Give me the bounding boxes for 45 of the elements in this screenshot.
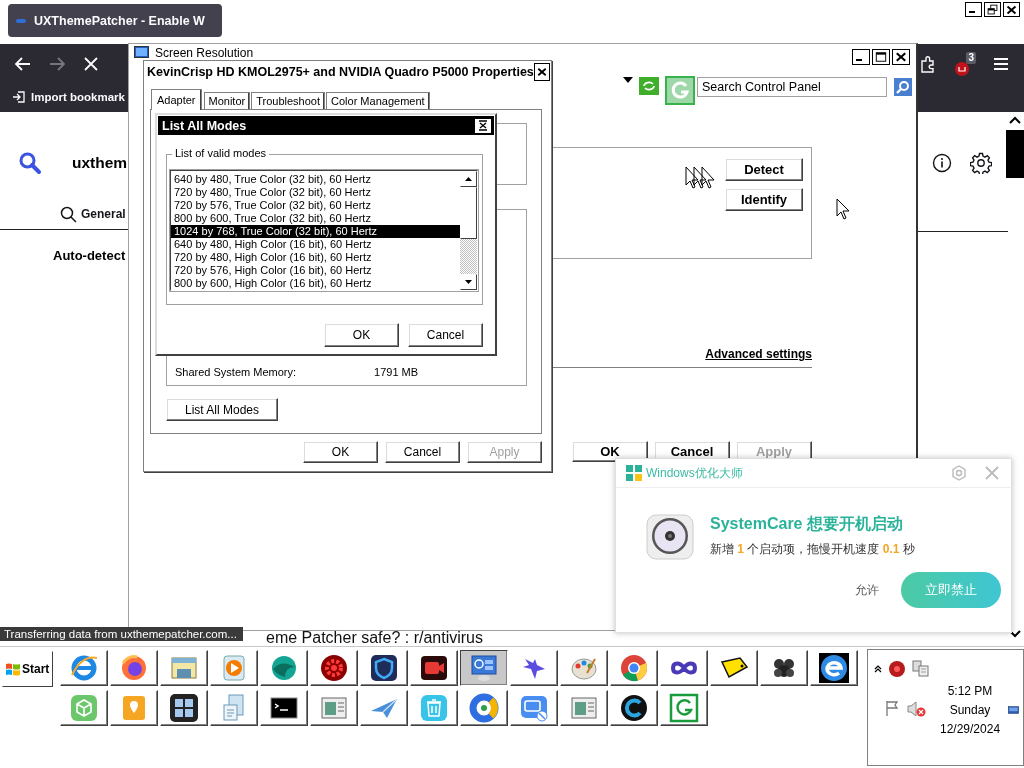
list-item[interactable]: 720 by 480, High Color (16 bit), 60 Hertz xyxy=(171,251,460,264)
advanced-settings-link[interactable]: Advanced settings xyxy=(705,347,812,361)
list-item[interactable]: 640 by 480, High Color (16 bit), 60 Hertz xyxy=(171,238,460,251)
list-item[interactable]: 640 by 480, True Color (32 bit), 60 Hertz xyxy=(171,173,460,186)
clock-day: Sunday xyxy=(949,701,991,720)
dialog-button[interactable]: Cancel xyxy=(408,323,483,347)
tab[interactable]: Adapter xyxy=(151,89,202,110)
list-item[interactable]: 1024 by 768, True Color (32 bit), 60 Hertz xyxy=(171,225,460,238)
dialog-button[interactable]: Cancel xyxy=(385,441,460,463)
browser-tab[interactable]: UXThemePatcher - Enable W xyxy=(8,4,222,37)
page-text: eme Patcher safe? : r/antivirus xyxy=(266,631,483,645)
list-item[interactable]: 720 by 576, True Color (32 bit), 60 Hertz xyxy=(171,199,460,212)
list-modes-button[interactable]: List All Modes xyxy=(166,398,278,421)
clock-time: 5:12 PM xyxy=(947,683,993,700)
action-button[interactable]: Detect xyxy=(725,158,803,181)
notification-title: SystemCare 想要开机启动 xyxy=(710,514,904,534)
action-button[interactable]: Identify xyxy=(725,188,803,211)
search-query: uxthem xyxy=(72,154,128,172)
section-heading: Auto-detect xyxy=(53,248,127,263)
tab[interactable]: Troubleshoot xyxy=(251,92,326,109)
tab[interactable]: Color Management xyxy=(326,92,430,109)
extension-button[interactable]: 3 xyxy=(953,51,976,77)
list-item[interactable]: 800 by 600, True Color (32 bit), 60 Hertz xyxy=(171,212,460,225)
list-item[interactable]: 720 by 576, High Color (16 bit), 60 Hertz xyxy=(171,264,460,277)
list-item[interactable]: 800 by 600, High Color (16 bit), 60 Hertz xyxy=(171,277,460,290)
group-label: List of valid modes xyxy=(172,147,270,159)
field-value: 1791 MB xyxy=(374,366,419,378)
dialog-button[interactable]: OK xyxy=(303,441,378,463)
status-tooltip: Transferring data from uxthemepatcher.com... xyxy=(0,627,243,641)
start-button[interactable]: Start xyxy=(2,651,53,687)
field-label: Shared System Memory: xyxy=(175,366,297,378)
search-tab[interactable]: General xyxy=(60,204,126,224)
dialog-button[interactable]: OK xyxy=(572,441,648,462)
dialog-title: List All Modes xyxy=(162,118,247,133)
clock-date: 12/29/2024 xyxy=(940,721,1001,738)
dialog-title: KevinCrisp HD KMOL2975+ and NVIDIA Quadro P5000 Properties xyxy=(147,65,534,79)
app-name: Windows优化大师 xyxy=(646,464,744,482)
notification-message: 新增 1 个启动项，拖慢开机速度 0.1 秒 xyxy=(710,541,915,558)
tab[interactable]: Monitor xyxy=(203,92,251,109)
allow-button[interactable]: 允许 xyxy=(855,581,879,599)
bookmark-button[interactable]: Import bookmark xyxy=(12,84,125,110)
window-title: Screen Resolution xyxy=(155,46,255,60)
list-item[interactable]: 720 by 480, True Color (32 bit), 60 Hertz xyxy=(171,186,460,199)
dialog-button[interactable]: OK xyxy=(324,323,399,347)
search-field[interactable]: Search Control Panel xyxy=(697,77,887,97)
